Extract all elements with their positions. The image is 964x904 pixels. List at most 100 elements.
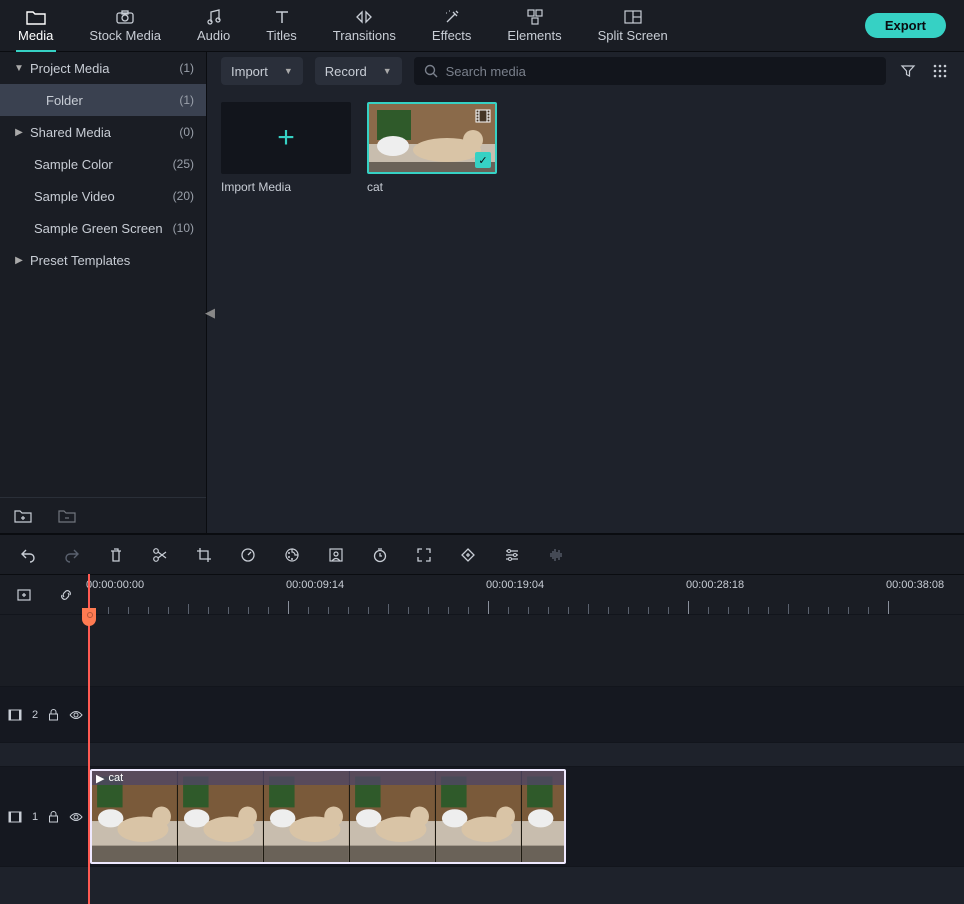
playhead-knob[interactable] [82, 608, 96, 626]
music-icon [204, 8, 224, 26]
video-track-icon [8, 811, 22, 823]
redo-icon[interactable] [62, 545, 82, 565]
media-content: Import ▼ Record ▼ + Import Media [206, 52, 964, 533]
video-track-icon [8, 709, 22, 721]
track-spacer [0, 614, 964, 686]
track-number: 2 [32, 709, 38, 721]
tab-label: Split Screen [598, 28, 668, 43]
search-media[interactable] [414, 57, 886, 85]
sidebar-item-folder[interactable]: Folder (1) [0, 84, 206, 116]
new-folder-icon[interactable] [14, 508, 32, 524]
tab-titles[interactable]: Titles [248, 0, 315, 52]
sidebar-collapse-handle[interactable]: ◀ [204, 293, 216, 333]
import-dropdown[interactable]: Import ▼ [221, 57, 303, 85]
delete-icon[interactable] [106, 545, 126, 565]
green-screen-icon[interactable] [326, 545, 346, 565]
sidebar-item-count: (25) [173, 157, 194, 171]
tab-label: Effects [432, 28, 472, 43]
undo-icon[interactable] [18, 545, 38, 565]
expand-icon[interactable] [414, 545, 434, 565]
ruler-timecode: 00:00:19:04 [486, 579, 544, 591]
tab-stock-media[interactable]: Stock Media [71, 0, 179, 52]
sidebar-item-count: (1) [179, 93, 194, 107]
sidebar-item-count: (20) [173, 189, 194, 203]
keyframe-icon[interactable] [458, 545, 478, 565]
tab-split-screen[interactable]: Split Screen [580, 0, 686, 52]
tab-elements[interactable]: Elements [489, 0, 579, 52]
tab-media[interactable]: Media [0, 0, 71, 52]
crop-icon[interactable] [194, 545, 214, 565]
sidebar-item-sample-color[interactable]: Sample Color (25) [0, 148, 206, 180]
filter-icon[interactable] [898, 61, 918, 81]
caret-right-icon: ▶ [12, 127, 26, 138]
media-toolbar: Import ▼ Record ▼ [207, 52, 964, 90]
top-tab-bar: Media Stock Media Audio Titles Transitio… [0, 0, 964, 52]
delete-folder-icon[interactable] [58, 508, 76, 524]
track-video-1[interactable]: 1 ▶ cat [0, 766, 964, 866]
import-thumbnail[interactable]: + [221, 102, 351, 174]
chevron-down-icon: ▼ [383, 66, 392, 76]
sidebar-item-count: (0) [179, 125, 194, 139]
tab-label: Stock Media [89, 28, 161, 43]
media-card-cat[interactable]: ✓ cat [367, 102, 497, 194]
tab-transitions[interactable]: Transitions [315, 0, 414, 52]
sidebar-item-label: Folder [46, 93, 179, 108]
grid-view-icon[interactable] [930, 61, 950, 81]
tab-label: Titles [266, 28, 297, 43]
import-media-card[interactable]: + Import Media [221, 102, 351, 194]
playhead[interactable] [88, 574, 90, 904]
sidebar-item-sample-green-screen[interactable]: Sample Green Screen (10) [0, 212, 206, 244]
dropdown-label: Record [325, 64, 367, 79]
dropdown-label: Import [231, 64, 268, 79]
track-head: 1 [0, 767, 88, 866]
link-icon[interactable] [56, 585, 76, 605]
clip-header: ▶ cat [92, 771, 564, 785]
search-input[interactable] [446, 64, 876, 79]
sidebar-item-label: Sample Green Screen [34, 221, 173, 236]
sidebar-item-label: Preset Templates [30, 253, 194, 268]
visibility-icon[interactable] [69, 710, 83, 720]
color-icon[interactable] [282, 545, 302, 565]
sidebar-item-shared-media[interactable]: ▶ Shared Media (0) [0, 116, 206, 148]
duration-icon[interactable] [370, 545, 390, 565]
tab-label: Elements [507, 28, 561, 43]
elements-icon [525, 8, 545, 26]
transitions-icon [354, 8, 374, 26]
timeline-ruler-row: 00:00:00:0000:00:09:1400:00:19:0400:00:2… [0, 574, 964, 614]
tab-label: Transitions [333, 28, 396, 43]
tab-label: Media [18, 28, 53, 43]
lock-icon[interactable] [48, 811, 59, 823]
ruler-timecode: 00:00:38:08 [886, 579, 944, 591]
sidebar-item-sample-video[interactable]: Sample Video (20) [0, 180, 206, 212]
visibility-icon[interactable] [69, 812, 83, 822]
sidebar-item-project-media[interactable]: ▼ Project Media (1) [0, 52, 206, 84]
timeline-ruler[interactable]: 00:00:00:0000:00:09:1400:00:19:0400:00:2… [88, 575, 964, 615]
lock-icon[interactable] [48, 709, 59, 721]
sidebar-item-count: (1) [179, 61, 194, 75]
camera-icon [115, 8, 135, 26]
effects-icon [442, 8, 462, 26]
split-icon[interactable] [150, 545, 170, 565]
settings-icon[interactable] [502, 545, 522, 565]
sidebar-item-count: (10) [173, 221, 194, 235]
ruler-timecode: 00:00:09:14 [286, 579, 344, 591]
tab-audio[interactable]: Audio [179, 0, 248, 52]
add-track-icon[interactable] [14, 585, 34, 605]
tab-label: Audio [197, 28, 230, 43]
export-button[interactable]: Export [865, 13, 946, 38]
speed-icon[interactable] [238, 545, 258, 565]
search-icon [424, 64, 438, 78]
split-screen-icon [623, 8, 643, 26]
sidebar-item-preset-templates[interactable]: ▶ Preset Templates [0, 244, 206, 276]
sidebar-item-label: Sample Color [34, 157, 173, 172]
timeline-tracks: 2 1 ▶ [0, 614, 964, 904]
media-thumbnail[interactable]: ✓ [367, 102, 497, 174]
track-video-2[interactable]: 2 [0, 686, 964, 742]
tab-effects[interactable]: Effects [414, 0, 490, 52]
audio-waveform-icon[interactable] [546, 545, 566, 565]
text-icon [272, 8, 292, 26]
record-dropdown[interactable]: Record ▼ [315, 57, 402, 85]
clip-cat[interactable]: ▶ cat [90, 769, 566, 864]
card-label: cat [367, 180, 497, 194]
check-badge-icon: ✓ [475, 152, 491, 168]
